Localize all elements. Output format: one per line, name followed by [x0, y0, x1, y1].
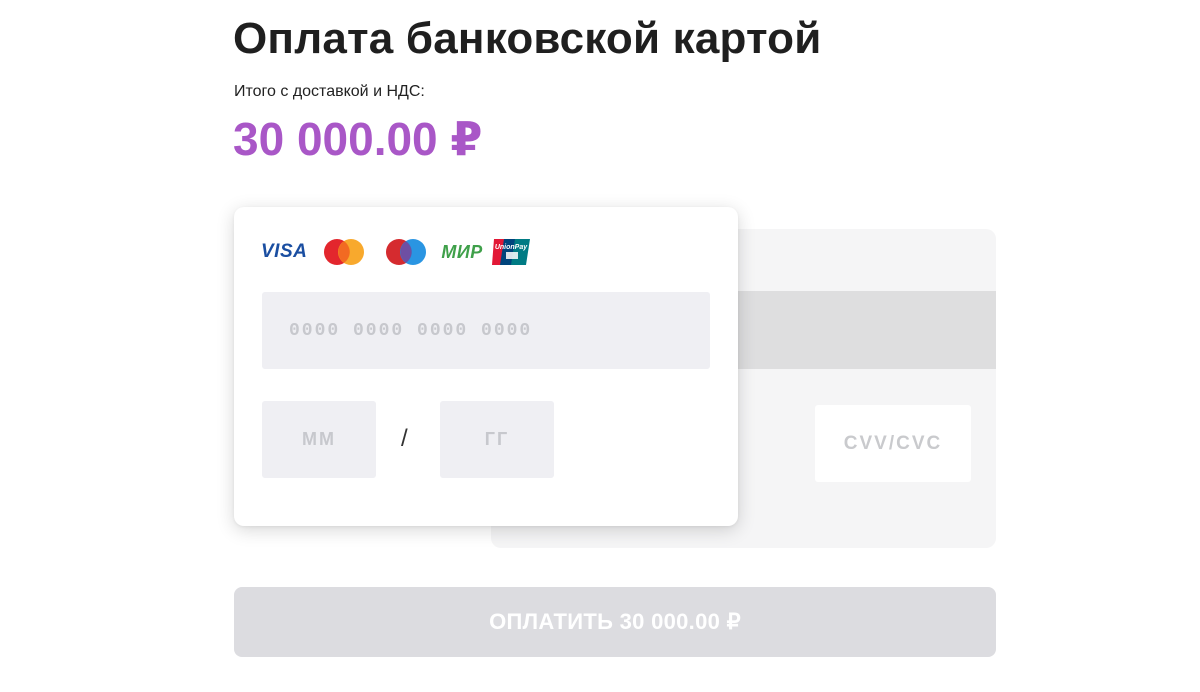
- unionpay-logo: UnionPay: [491, 238, 531, 266]
- expiry-year-input[interactable]: [440, 401, 554, 478]
- maestro-logo: [385, 238, 427, 266]
- total-amount: 30 000.00 ₽: [233, 113, 483, 165]
- expiry-separator: /: [401, 425, 408, 452]
- card-number-input[interactable]: [262, 292, 710, 369]
- page-title: Оплата банковской картой: [233, 14, 822, 63]
- total-label: Итого с доставкой и НДС:: [234, 83, 425, 100]
- visa-logo: VISA: [261, 241, 308, 262]
- expiry-month-input[interactable]: [262, 401, 376, 478]
- payment-systems-logos: VISA МИР UnionPay: [261, 236, 531, 268]
- cvv-input[interactable]: [815, 405, 971, 482]
- svg-text:UnionPay: UnionPay: [495, 244, 528, 251]
- mastercard-logo: [323, 238, 365, 266]
- mir-logo: МИР: [441, 241, 483, 262]
- card-front: VISA МИР UnionPay 0000 0000 0000 0000 ММ…: [234, 207, 738, 526]
- pay-button[interactable]: ОПЛАТИТЬ 30 000.00 ₽: [234, 587, 996, 657]
